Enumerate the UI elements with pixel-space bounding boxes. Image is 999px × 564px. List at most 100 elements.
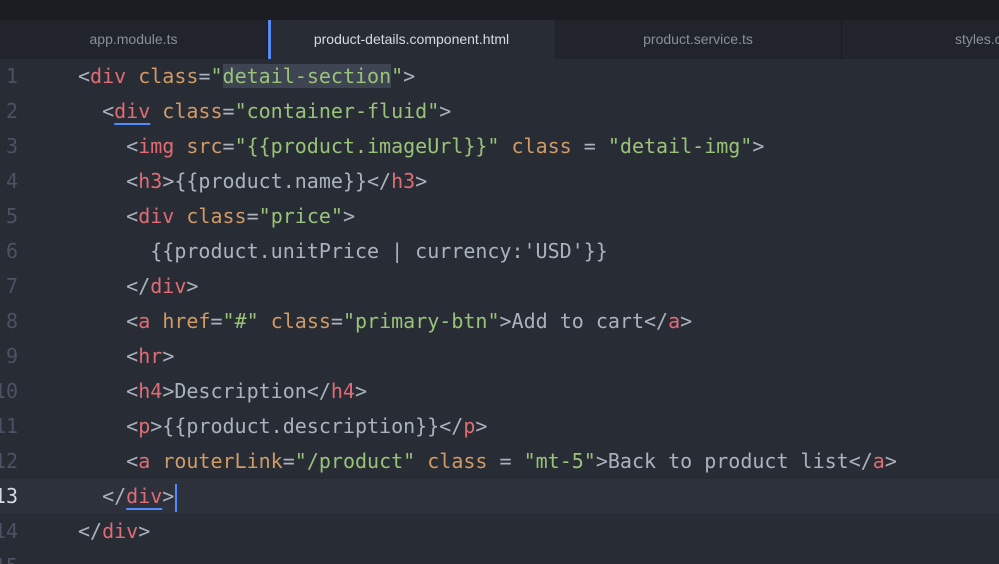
code-token: "{{product.imageUrl}}" [234,134,500,158]
code-token: routerLink [162,449,283,473]
code-line[interactable]: 9 <hr> [0,339,999,374]
code-token: < [78,344,139,368]
line-code: {{product.unitPrice | currency:'USD'}} [78,234,608,269]
text-cursor [175,483,178,512]
code-token: = [571,134,608,158]
code-token: = [198,64,211,88]
line-number: 13 [0,484,18,508]
code-token: "detail-img" [607,134,753,158]
code-token: a [872,449,885,473]
code-token: img [138,134,175,158]
line-number: 7 [5,274,18,298]
code-line[interactable]: 8 <a href="#" class="primary-btn">Add to… [0,304,999,339]
code-token: >Description</ [162,379,331,403]
code-token: > [403,64,416,88]
line-code: <img src="{{product.imageUrl}}" class = … [78,129,764,164]
tab-product-details-component[interactable]: product-details.component.html [268,20,555,59]
line-number: 1 [5,64,18,88]
code-token: "container-fluid" [234,99,440,123]
line-code: <a href="#" class="primary-btn">Add to c… [78,304,692,339]
line-code: </div> [78,514,150,549]
code-line[interactable]: 4 <h3>{{product.name}}</h3> [0,164,999,199]
code-token: a [138,449,151,473]
code-line[interactable]: 3 <img src="{{product.imageUrl}}" class … [0,129,999,164]
line-number: 9 [5,344,18,368]
line-code: <hr> [78,339,174,374]
code-line[interactable]: 2 <div class="container-fluid"> [0,94,999,129]
line-code: </div> [78,479,178,514]
code-token: " [391,64,404,88]
code-token: > [138,519,151,543]
code-token: div [150,274,187,298]
code-token: div [102,519,139,543]
code-line[interactable]: 14 </div> [0,514,999,549]
code-line[interactable]: 11 <p>{{product.description}}</p> [0,409,999,444]
code-token: > [475,414,488,438]
code-line[interactable]: 7 </div> [0,269,999,304]
code-token: < [78,134,139,158]
code-token: class [270,309,331,333]
tab-bar: app.module.ts product-details.component.… [0,20,999,59]
code-line[interactable]: 10 <h4>Description</h4> [0,374,999,409]
tab-product-service[interactable]: product.service.ts [555,20,842,59]
code-line[interactable]: 12 <a routerLink="/product" class = "mt-… [0,444,999,479]
code-token: "/product" [294,449,416,473]
line-number: 4 [5,169,18,193]
code-token: href [162,309,211,333]
code-token: >{{product.name}}</ [162,169,392,193]
code-token: > [439,99,452,123]
code-token: p [463,414,476,438]
code-token: > [884,449,897,473]
code-token: < [78,169,139,193]
code-token: </ [78,519,103,543]
code-token: a [138,309,151,333]
code-token: div [114,99,151,123]
code-token: h4 [138,379,163,403]
line-number: 5 [5,204,18,228]
line-number: 15 [0,549,18,564]
line-code: <div class="price"> [78,199,355,234]
code-token: "price" [258,204,343,228]
code-token: = [222,99,235,123]
title-strip [0,0,999,20]
code-token: h3 [138,169,163,193]
code-token: div [126,484,163,508]
code-token: a [668,309,681,333]
line-code: </div> [78,269,198,304]
code-line[interactable]: 13 </div> [0,479,999,514]
code-line[interactable]: 15 [0,549,999,564]
code-line[interactable]: 1 <div class="detail-section"> [0,59,999,94]
code-token: < [78,204,139,228]
code-token: < [78,309,139,333]
code-token: = [487,449,524,473]
line-number: 6 [5,239,18,263]
line-number: 14 [0,519,18,543]
line-number: 11 [0,414,18,438]
code-token: > [162,344,175,368]
code-token: "mt-5" [523,449,596,473]
code-token: h3 [391,169,416,193]
code-token: < [78,64,91,88]
code-token: < [78,99,115,123]
code-token: > [342,204,355,228]
code-token: hr [138,344,163,368]
code-token: > [415,169,428,193]
tab-app-module[interactable]: app.module.ts [0,20,268,59]
code-token: = [222,134,235,158]
code-line[interactable]: 6 {{product.unitPrice | currency:'USD'}} [0,234,999,269]
code-token: class [511,134,572,158]
code-editor[interactable]: 1 <div class="detail-section"> 2 <div clas… [0,59,999,564]
code-line[interactable]: 5 <div class="price"> [0,199,999,234]
code-token: class [162,99,223,123]
tab-styles[interactable]: styles.css [842,20,999,59]
line-number: 12 [0,449,18,473]
code-token: div [138,204,175,228]
line-code: <h4>Description</h4> [78,374,367,409]
